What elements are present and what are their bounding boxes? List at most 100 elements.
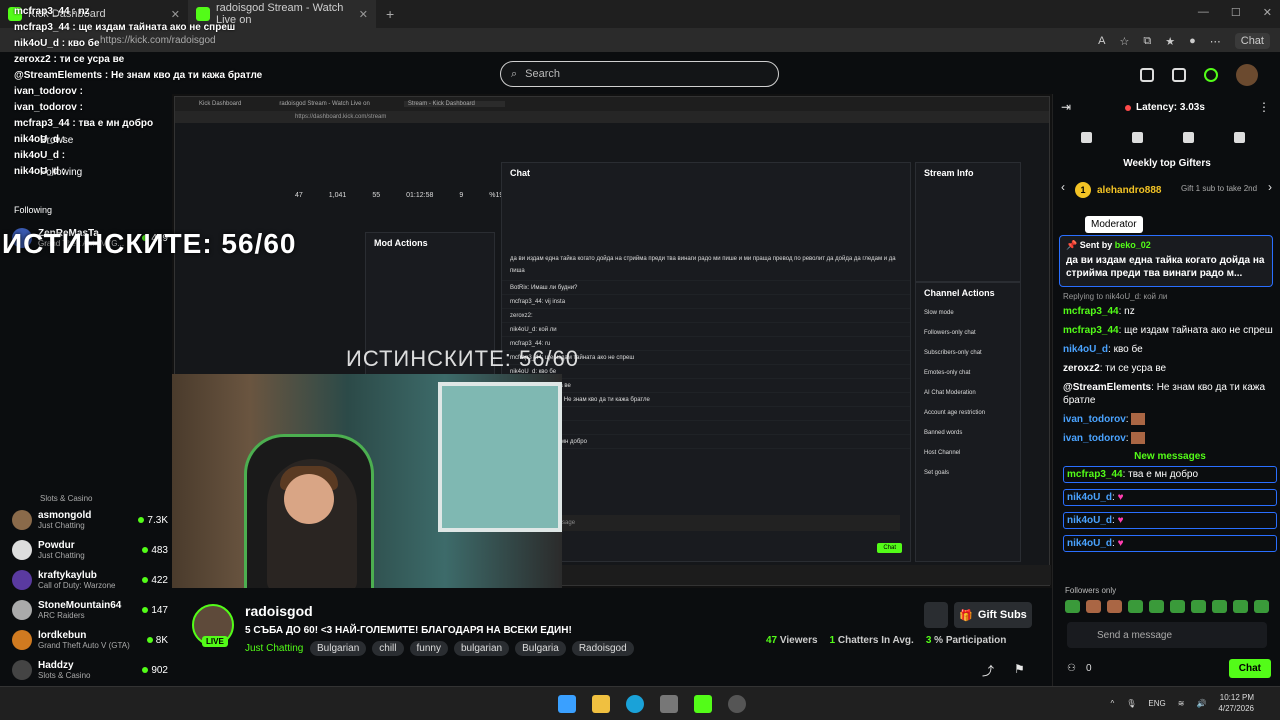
- emote[interactable]: [1191, 600, 1206, 613]
- xbox-icon[interactable]: [694, 695, 712, 713]
- start-icon[interactable]: [558, 695, 576, 713]
- copilot-chat-button[interactable]: Chat: [1234, 33, 1270, 49]
- system-tray: ^ 🎙 ENG ≋ 🔊 10:12 PM 4/27/2026: [1110, 692, 1254, 714]
- new-tab-button[interactable]: +: [386, 6, 394, 22]
- report-icon[interactable]: ⚑: [1014, 662, 1025, 676]
- sidebar-browse[interactable]: Browse: [40, 135, 73, 146]
- mod-toolbar: [1081, 132, 1245, 143]
- collapse-chat-icon[interactable]: ⇥: [1061, 100, 1071, 114]
- more-options-button[interactable]: [924, 602, 948, 628]
- prev-gifter-icon[interactable]: ‹: [1061, 180, 1065, 194]
- stream-info-title: Stream Info: [924, 168, 974, 178]
- viewers-stat: 47 Viewers: [766, 635, 818, 646]
- viewer-count: 483: [142, 545, 168, 556]
- channel-info: LIVE radoisgod 5 СЪБА ДО 60! <3 НАЙ-ГОЛЕ…: [172, 588, 1052, 686]
- pin-icon[interactable]: [1081, 132, 1092, 143]
- chat-message: nik4oU_d: ♥: [1063, 512, 1277, 529]
- gift-icon: 🎁: [959, 609, 973, 622]
- emote[interactable]: [1233, 600, 1248, 613]
- emote[interactable]: [1086, 600, 1101, 613]
- chat-send-button[interactable]: Chat: [1228, 658, 1271, 678]
- mic-icon[interactable]: 🎙: [1126, 699, 1136, 708]
- kick-coin-icon[interactable]: [1204, 68, 1218, 82]
- read-aloud-icon[interactable]: A: [1098, 35, 1105, 47]
- sidebar-following[interactable]: Following: [40, 167, 82, 178]
- chat-settings-icon[interactable]: ⋮: [1258, 100, 1270, 114]
- chat-bubble-icon[interactable]: [1183, 132, 1194, 143]
- sidebar-item-powdur[interactable]: Powdur Just Chatting 483: [12, 536, 168, 564]
- viewer-count: 422: [142, 575, 168, 586]
- favorite-star-icon[interactable]: ☆: [1119, 35, 1129, 48]
- chat-message: mcfrap3_44: nz: [1063, 306, 1135, 317]
- stream-title: 5 СЪБА ДО 60! <3 НАЙ-ГОЛЕМИТЕ! БЛАГОДАРЯ…: [245, 625, 572, 636]
- chat-message: nik4oU_d: ♥: [1063, 535, 1277, 552]
- clips-icon[interactable]: [1140, 68, 1154, 82]
- latency-indicator: Latency: 3.03s: [1125, 102, 1205, 113]
- gift-subs-button[interactable]: 🎁 Gift Subs: [954, 602, 1032, 628]
- emote[interactable]: [1149, 600, 1164, 613]
- emote[interactable]: [1170, 600, 1185, 613]
- stream-stats: 47 Viewers 1 Chatters In Avg. 3 % Partic…: [766, 635, 1006, 646]
- tag[interactable]: Bulgarian: [310, 641, 367, 656]
- viewer-count: 902: [142, 665, 168, 676]
- user-avatar[interactable]: [1236, 64, 1258, 86]
- more-icon[interactable]: ⋯: [1210, 35, 1221, 48]
- tag[interactable]: chill: [372, 641, 404, 656]
- store-icon[interactable]: [660, 695, 678, 713]
- webcam-feed: [172, 374, 562, 588]
- language[interactable]: ENG: [1148, 699, 1165, 708]
- maximize-icon[interactable]: ☐: [1231, 6, 1241, 19]
- participation-stat: 3 % Participation: [925, 635, 1007, 646]
- emote[interactable]: [1128, 600, 1143, 613]
- room-window: [438, 382, 562, 532]
- taskbar-apps: [558, 695, 746, 713]
- next-gifter-icon[interactable]: ›: [1268, 180, 1272, 194]
- sidebar-item-kraftykaylub[interactable]: kraftykaylub Call of Duty: Warzone 422: [12, 566, 168, 594]
- minimize-icon[interactable]: —: [1198, 6, 1209, 19]
- extensions-icon[interactable]: ⧉: [1143, 35, 1151, 48]
- profile-icon[interactable]: ●: [1189, 35, 1196, 47]
- search-input[interactable]: ⌕ Search: [500, 61, 779, 87]
- close-tab-icon[interactable]: ✕: [359, 8, 368, 21]
- edge-icon[interactable]: [626, 695, 644, 713]
- emote[interactable]: [1254, 600, 1269, 613]
- sidebar-item-stonemountain64[interactable]: StoneMountain64 ARC Raiders 147: [12, 596, 168, 624]
- clock[interactable]: 10:12 PM 4/27/2026: [1218, 692, 1254, 714]
- tag[interactable]: bulgarian: [453, 641, 510, 656]
- creator-dashboard-icon[interactable]: [1172, 68, 1186, 82]
- emote[interactable]: [1212, 600, 1227, 613]
- tag[interactable]: funny: [409, 641, 448, 656]
- channel-category: ARC Raiders: [38, 611, 85, 620]
- tag[interactable]: Bulgaria: [515, 641, 566, 656]
- wifi-icon[interactable]: ≋: [1178, 699, 1185, 708]
- channel-points-icon[interactable]: ⚇: [1067, 663, 1076, 674]
- chevron-up-icon[interactable]: ^: [1110, 699, 1114, 708]
- heart-emote: ♥: [1117, 538, 1124, 549]
- channel-name: Haddzy: [38, 660, 74, 671]
- new-messages-divider[interactable]: New messages: [1063, 451, 1277, 462]
- favorites-icon[interactable]: ★: [1165, 35, 1175, 48]
- explorer-icon[interactable]: [592, 695, 610, 713]
- chat-input[interactable]: Send a message: [1067, 622, 1267, 648]
- gifter-name[interactable]: alehandro888: [1097, 185, 1161, 196]
- trash-icon[interactable]: [1132, 132, 1143, 143]
- goal-overlay-echo: ИСТИНСКИТЕ: 56/60: [346, 346, 580, 371]
- chat-message: ivan_todorov:: [1063, 432, 1277, 445]
- stream-info-panel: Stream Info: [915, 162, 1021, 282]
- share-icon[interactable]: ⤴: [982, 662, 994, 679]
- sidebar-item-lordkebun[interactable]: lordkebun Grand Theft Auto V (GTA) 8K: [12, 626, 168, 654]
- timer-icon[interactable]: [1234, 132, 1245, 143]
- emote[interactable]: [1107, 600, 1122, 613]
- sidebar-item-asmongold[interactable]: asmongold Just Chatting 7.3K: [12, 506, 168, 534]
- emote[interactable]: [1065, 600, 1080, 613]
- close-window-icon[interactable]: ✕: [1263, 6, 1272, 19]
- sidebar-item-haddzy[interactable]: Haddzy Slots & Casino 902: [12, 656, 168, 684]
- chat-message: nik4oU_d: ♥: [1063, 489, 1277, 506]
- app-icon[interactable]: [728, 695, 746, 713]
- tag[interactable]: Radoisgod: [571, 641, 634, 656]
- channel-name[interactable]: radoisgod: [245, 603, 313, 619]
- volume-icon[interactable]: 🔊: [1196, 699, 1206, 708]
- sidebar: ZenReMasTa Grand Theft Auto V (G... 419 S…: [0, 94, 172, 686]
- video-player[interactable]: Kick Dashboard radoisgod Stream - Watch L…: [172, 94, 1052, 588]
- stream-category[interactable]: Just Chatting: [245, 643, 303, 654]
